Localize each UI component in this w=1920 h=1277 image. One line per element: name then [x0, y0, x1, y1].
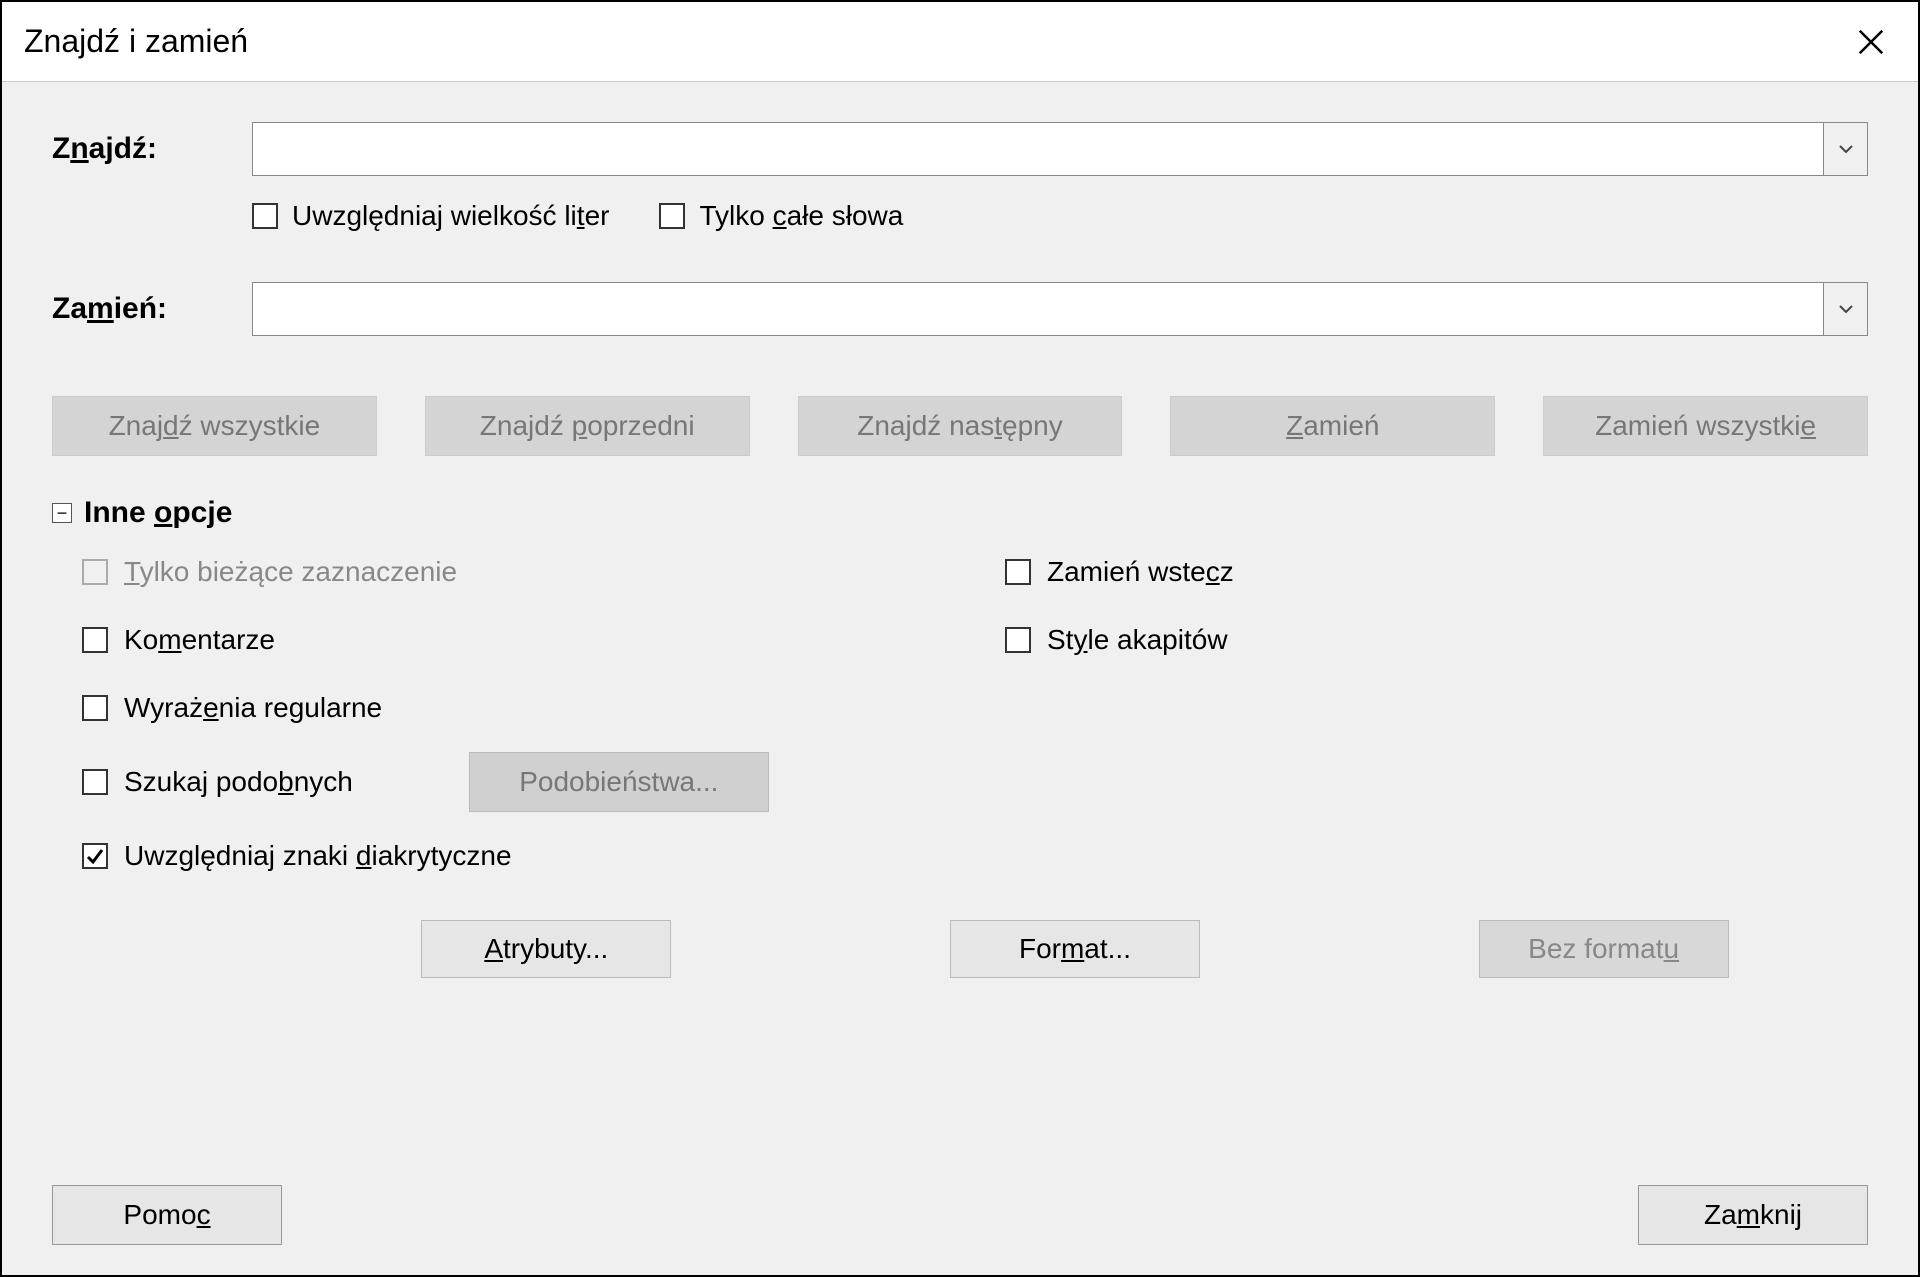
footer-row: Pomoc Zamknij	[52, 1185, 1868, 1245]
other-options-label: Inne opcje	[84, 496, 232, 530]
format-buttons-row: Atrybuty... Format... Bez formatu	[282, 920, 1868, 978]
similarities-button[interactable]: Podobieństwa...	[469, 752, 769, 812]
titlebar: Znajdź i zamień	[2, 2, 1918, 82]
replace-dropdown-button[interactable]	[1824, 282, 1868, 336]
find-next-button[interactable]: Znajdź następny	[798, 396, 1123, 456]
close-button[interactable]: Zamknij	[1638, 1185, 1868, 1245]
find-previous-button[interactable]: Znajdź poprzedni	[425, 396, 750, 456]
replace-input[interactable]	[252, 282, 1824, 336]
replace-backwards-checkbox[interactable]: Zamień wstecz	[1005, 548, 1868, 596]
comments-checkbox[interactable]: Komentarze	[82, 616, 945, 664]
find-dropdown-button[interactable]	[1824, 122, 1868, 176]
other-options-grid: Tylko bieżące zaznaczenie Zamień wstecz …	[82, 548, 1868, 880]
dialog-title: Znajdź i zamień	[24, 23, 248, 60]
format-button[interactable]: Format...	[950, 920, 1200, 978]
replace-combo	[252, 282, 1868, 336]
find-replace-dialog: Znajdź i zamień Znajdź: Uwzględniaj wiel…	[0, 0, 1920, 1277]
find-label: Znajdź:	[52, 132, 252, 166]
close-icon[interactable]	[1846, 17, 1896, 67]
replace-label: Zamień:	[52, 292, 252, 326]
regex-checkbox[interactable]: Wyrażenia regularne	[82, 684, 945, 732]
replace-button[interactable]: Zamień	[1170, 396, 1495, 456]
replace-all-button[interactable]: Zamień wszystkie	[1543, 396, 1868, 456]
other-options-header: − Inne opcje	[52, 496, 1868, 530]
empty-cell	[1005, 684, 1868, 732]
no-format-button[interactable]: Bez formatu	[1479, 920, 1729, 978]
find-row: Znajdź:	[52, 122, 1868, 176]
expander-toggle[interactable]: −	[52, 503, 72, 523]
replace-row: Zamień:	[52, 282, 1868, 336]
find-input[interactable]	[252, 122, 1824, 176]
attributes-button[interactable]: Atrybuty...	[421, 920, 671, 978]
match-case-checkbox[interactable]: Uwzględniaj wielkość liter	[252, 200, 609, 232]
current-selection-checkbox: Tylko bieżące zaznaczenie	[82, 548, 945, 596]
dialog-body: Znajdź: Uwzględniaj wielkość liter Tylko…	[2, 82, 1918, 1275]
help-button[interactable]: Pomoc	[52, 1185, 282, 1245]
find-options-row: Uwzględniaj wielkość liter Tylko całe sł…	[252, 200, 1868, 232]
find-all-button[interactable]: Znajdź wszystkie	[52, 396, 377, 456]
whole-words-checkbox[interactable]: Tylko całe słowa	[659, 200, 903, 232]
paragraph-styles-checkbox[interactable]: Style akapitów	[1005, 616, 1868, 664]
similarity-label: Szukaj podobnych	[124, 766, 353, 798]
find-combo	[252, 122, 1868, 176]
similarity-row: Szukaj podobnych Podobieństwa...	[82, 752, 1868, 812]
diacritics-checkbox[interactable]: Uwzględniaj znaki diakrytyczne	[82, 832, 1868, 880]
similarity-checkbox[interactable]	[82, 769, 108, 795]
action-buttons-row: Znajdź wszystkie Znajdź poprzedni Znajdź…	[52, 396, 1868, 456]
